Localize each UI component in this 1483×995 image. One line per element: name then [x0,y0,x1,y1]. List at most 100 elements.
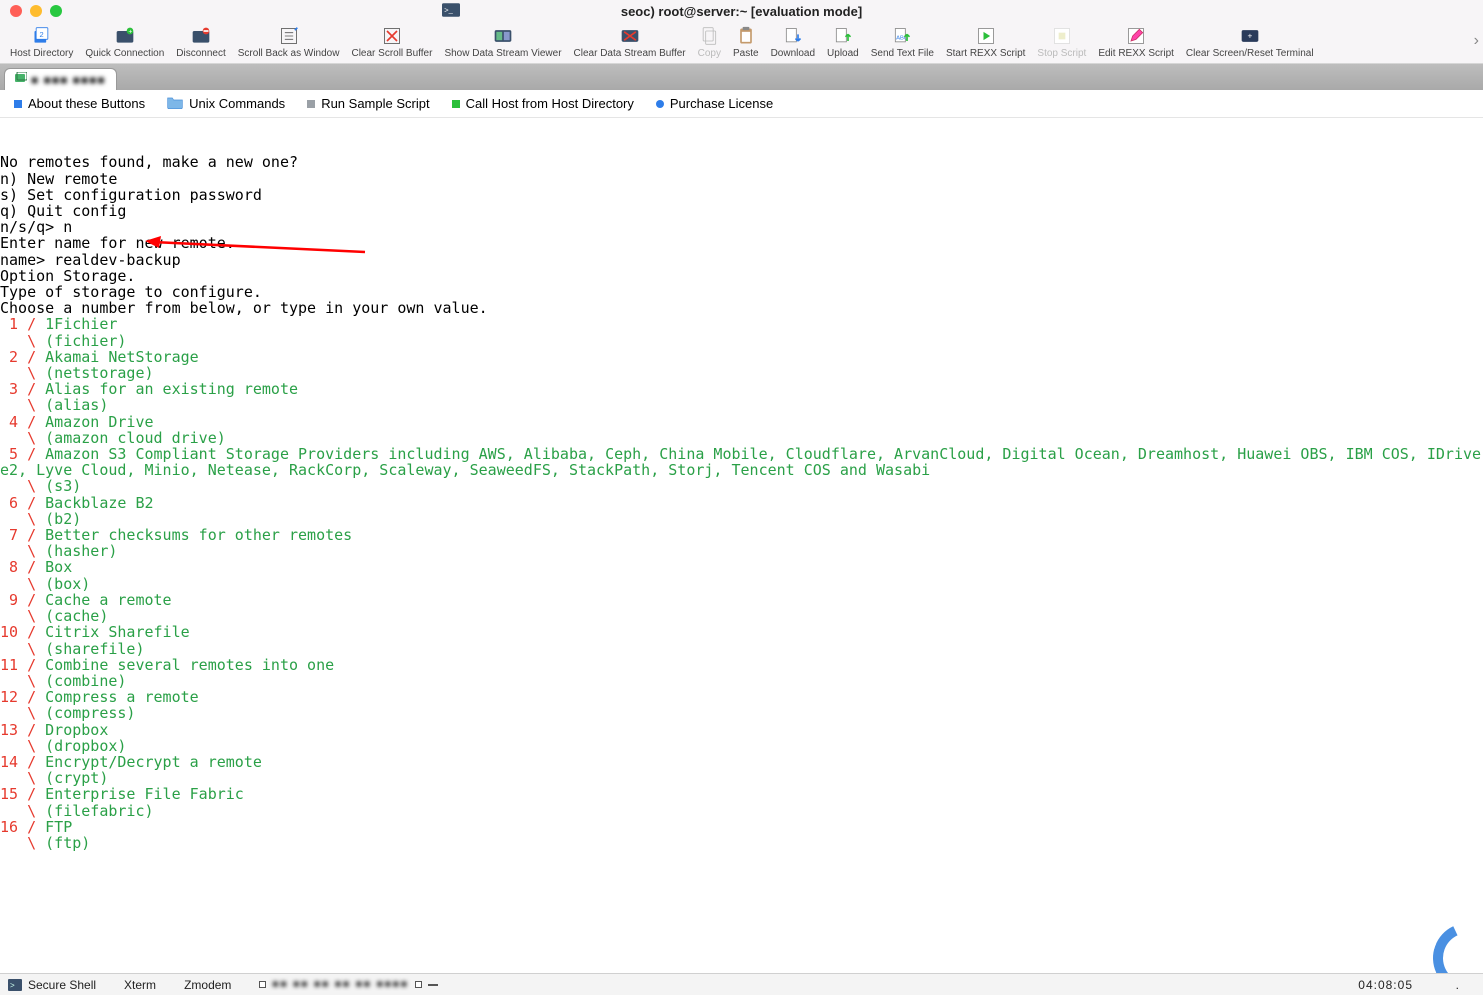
window-title: seoc) root@server:~ [evaluation mode] [621,4,862,19]
terminal-option-code-line: \ (fichier) [0,333,1483,349]
terminal-line: n) New remote [0,171,1483,187]
show-dsv-icon [493,26,513,46]
disconnect-button[interactable]: Disconnect [170,22,231,63]
terminal-option-line: 4 / Amazon Drive [0,414,1483,430]
terminal-option-code-line: \ (hasher) [0,543,1483,559]
terminal-icon: > [8,979,22,991]
window-controls [0,5,62,17]
terminal-option-code-line: \ (combine) [0,673,1483,689]
terminal-viewport[interactable]: No remotes found, make a new one?n) New … [0,118,1483,973]
terminal-option-code-line: \ (cache) [0,608,1483,624]
clear-dsb-label: Clear Data Stream Buffer [574,48,686,59]
terminal-option-line: 11 / Combine several remotes into one [0,657,1483,673]
terminal-option-line: 5 / Amazon S3 Compliant Storage Provider… [0,446,1483,478]
option-desc: Amazon S3 Compliant Storage Providers in… [0,445,1483,479]
disconnect-icon [191,26,211,46]
download-button[interactable]: Download [765,22,821,63]
run-sample-script-button[interactable]: Run Sample Script [307,96,429,111]
scroll-back-window-button[interactable]: Scroll Back as Window [232,22,346,63]
terminal-option-code-line: \ (sharefile) [0,641,1483,657]
square-bullet-icon [307,100,315,108]
call-host-button[interactable]: Call Host from Host Directory [452,96,634,111]
clear-dsb-button[interactable]: Clear Data Stream Buffer [568,22,692,63]
terminal-line: No remotes found, make a new one? [0,154,1483,170]
paste-button[interactable]: Paste [727,22,765,63]
svg-text:>: > [10,981,15,990]
clear-scroll-buffer-icon [382,26,402,46]
terminal-app-icon: >_ [442,3,460,22]
clear-scroll-buffer-button[interactable]: Clear Scroll Buffer [345,22,438,63]
stop-script-button[interactable]: Stop Script [1031,22,1092,63]
status-transfer: Zmodem [184,978,231,992]
host-directory-button[interactable]: 2Host Directory [4,22,79,63]
terminal-option-line: 9 / Cache a remote [0,592,1483,608]
stop-script-label: Stop Script [1037,48,1086,59]
status-leds: ■■ ■■ ■■ ■■ ■■ ■■■■ [259,979,437,990]
square-bullet-icon [452,100,460,108]
show-dsv-button[interactable]: Show Data Stream Viewer [438,22,567,63]
terminal-line: q) Quit config [0,203,1483,219]
clear-dsb-icon [620,26,640,46]
terminal-line: Option Storage. [0,268,1483,284]
recaptcha-badge [1413,903,1483,973]
status-shell-label: Secure Shell [28,978,96,992]
edit-rexx-label: Edit REXX Script [1098,48,1174,59]
toolbar-overflow-icon[interactable]: › [1474,32,1479,50]
svg-text:2: 2 [39,30,43,39]
scroll-back-window-label: Scroll Back as Window [238,48,340,59]
terminal-option-line: 12 / Compress a remote [0,689,1483,705]
terminal-line: Enter name for new remote. [0,235,1483,251]
clear-scroll-buffer-label: Clear Scroll Buffer [351,48,432,59]
send-text-button[interactable]: ABCSend Text File [865,22,940,63]
disconnect-label: Disconnect [176,48,225,59]
zoom-window-button[interactable] [50,5,62,17]
clear-reset-button[interactable]: +Clear Screen/Reset Terminal [1180,22,1320,63]
start-rexx-icon [976,26,996,46]
host-directory-icon: 2 [32,26,52,46]
terminal-option-line: 1 / 1Fichier [0,316,1483,332]
download-icon [783,26,803,46]
purchase-license-button[interactable]: Purchase License [656,96,773,111]
terminal-option-line: 13 / Dropbox [0,722,1483,738]
stop-script-icon [1052,26,1072,46]
titlebar: >_ seoc) root@server:~ [evaluation mode] [0,0,1483,22]
start-rexx-button[interactable]: Start REXX Script [940,22,1031,63]
edit-rexx-icon [1126,26,1146,46]
terminal-option-code-line: \ (dropbox) [0,738,1483,754]
terminal-option-line: 7 / Better checksums for other remotes [0,527,1483,543]
clear-reset-icon: + [1240,26,1260,46]
option-code: (ftp) [45,834,90,852]
scroll-back-window-icon [279,26,299,46]
unix-commands-button[interactable]: Unix Commands [167,95,285,112]
terminal-tab[interactable]: ■ ■■■ ■■■■ [4,68,117,90]
edit-rexx-button[interactable]: Edit REXX Script [1092,22,1180,63]
terminal-option-line: 15 / Enterprise File Fabric [0,786,1483,802]
download-label: Download [771,48,815,59]
close-window-button[interactable] [10,5,22,17]
terminal-option-line: 8 / Box [0,559,1483,575]
status-emulation: Xterm [124,978,156,992]
upload-button[interactable]: Upload [821,22,865,63]
terminal-line: n/s/q> n [0,219,1483,235]
terminal-line: s) Set configuration password [0,187,1483,203]
paste-label: Paste [733,48,759,59]
about-buttons-button[interactable]: About these Buttons [14,96,145,111]
main-toolbar: 2Host Directory+Quick Connection Disconne… [0,22,1483,64]
svg-text:+: + [128,29,132,36]
terminal-option-code-line: \ (alias) [0,397,1483,413]
call-host-label: Call Host from Host Directory [466,96,634,111]
terminal-line: Choose a number from below, or type in y… [0,300,1483,316]
copy-label: Copy [698,48,721,59]
status-emu-label: Xterm [124,978,156,992]
tab-status-icon [15,72,27,87]
copy-button[interactable]: Copy [692,22,727,63]
quick-connection-button[interactable]: +Quick Connection [79,22,170,63]
terminal-option-code-line: \ (b2) [0,511,1483,527]
minimize-window-button[interactable] [30,5,42,17]
terminal-option-code-line: \ (ftp) [0,835,1483,851]
terminal-option-code-line: \ (amazon cloud drive) [0,430,1483,446]
start-rexx-label: Start REXX Script [946,48,1025,59]
terminal-option-line: 2 / Akamai NetStorage [0,349,1483,365]
unix-commands-label: Unix Commands [189,96,285,111]
svg-text:>_: >_ [444,5,453,14]
